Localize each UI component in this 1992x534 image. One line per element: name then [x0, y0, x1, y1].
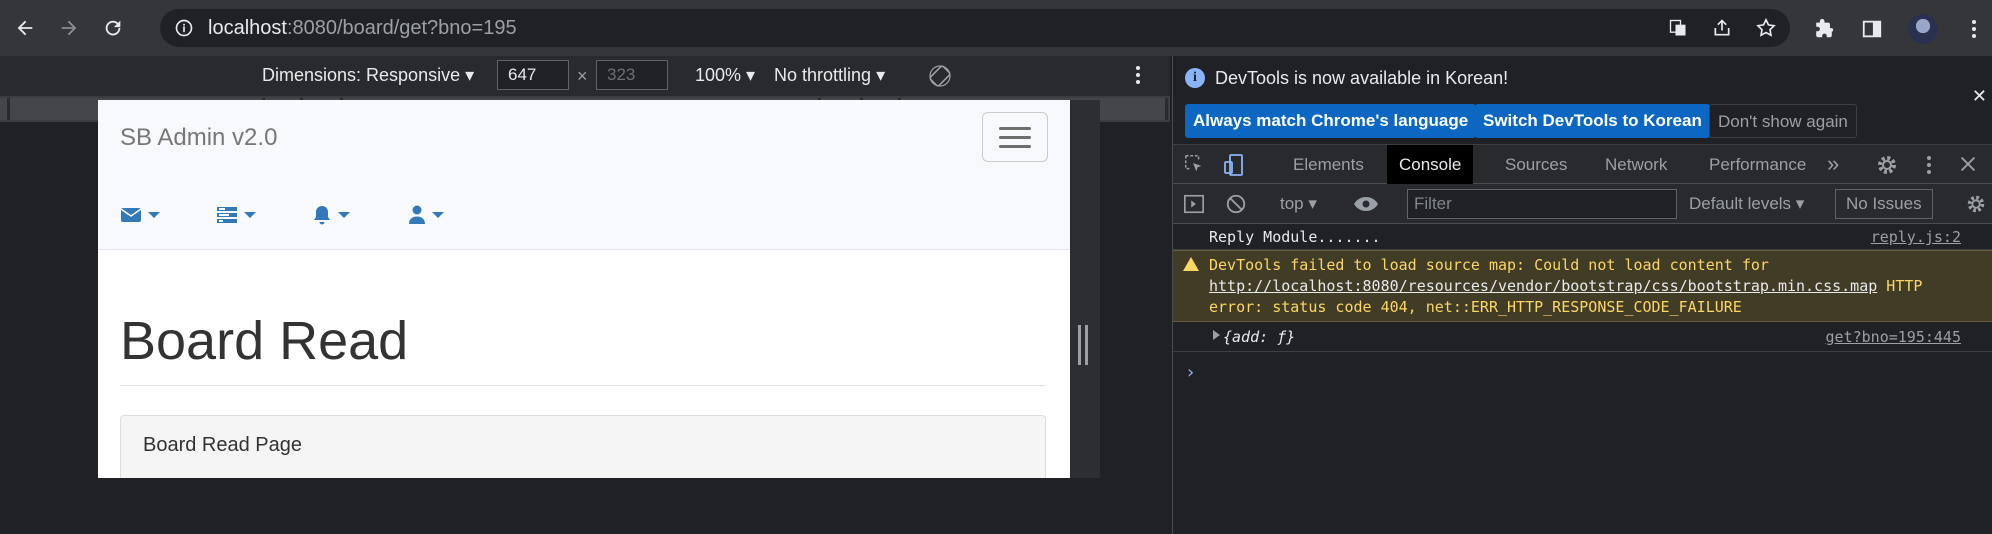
zoom-select[interactable]: 100% ▾: [695, 65, 755, 86]
tab-elements[interactable]: Elements: [1281, 145, 1376, 185]
page-title: Board Read: [120, 311, 409, 371]
translate-icon[interactable]: [1666, 16, 1690, 40]
back-button[interactable]: [6, 9, 44, 47]
brand-link[interactable]: SB Admin v2.0: [120, 124, 277, 152]
tab-network[interactable]: Network: [1593, 145, 1679, 185]
emulated-page: SB Admin v2.0 Board Read Board Read Page: [98, 100, 1070, 478]
rotate-icon[interactable]: [928, 64, 952, 88]
dimensions-select[interactable]: Dimensions: Responsive ▾: [262, 65, 474, 86]
url-text[interactable]: localhost:8080/board/get?bno=195: [208, 17, 517, 40]
navbar-toggle-button[interactable]: [982, 112, 1048, 162]
device-toolbar-icon[interactable]: [1223, 153, 1247, 177]
address-bar[interactable]: localhost:8080/board/get?bno=195: [160, 9, 1790, 47]
devtools-menu-icon[interactable]: [1917, 153, 1941, 177]
console-object-row: {add: ƒ} get?bno=195:445: [1173, 322, 1992, 352]
bell-icon: [314, 206, 330, 225]
close-icon[interactable]: ✕: [1972, 86, 1987, 107]
settings-gear-icon[interactable]: [1875, 153, 1899, 177]
profile-avatar[interactable]: [1908, 14, 1938, 44]
log-object[interactable]: {add: ƒ}: [1223, 328, 1295, 346]
expand-triangle-icon[interactable]: [1213, 330, 1220, 340]
device-toolbar: Dimensions: Responsive ▾ 647 × 323 100% …: [0, 56, 1170, 96]
viewport-resize-handle[interactable]: [1078, 325, 1088, 365]
log-message: Reply Module.......: [1209, 228, 1381, 246]
tasks-icon: [217, 207, 237, 223]
side-panel-icon[interactable]: [1860, 17, 1884, 41]
forward-button[interactable]: [50, 9, 88, 47]
navbar: SB Admin v2.0: [98, 100, 1070, 250]
clear-console-icon[interactable]: [1225, 193, 1247, 215]
alerts-dropdown[interactable]: [312, 200, 408, 230]
browser-toolbar: localhost:8080/board/get?bno=195: [0, 0, 1992, 56]
issues-button[interactable]: No Issues: [1835, 189, 1933, 219]
always-match-language-button[interactable]: Always match Chrome's language: [1185, 104, 1477, 138]
devtools-panel: i DevTools is now available in Korean! ✕…: [1172, 56, 1992, 534]
devtools-tabbar: Elements Console Sources Network Perform…: [1173, 144, 1992, 185]
context-select[interactable]: top ▾: [1280, 194, 1317, 214]
share-icon[interactable]: [1710, 16, 1734, 40]
throttling-select[interactable]: No throttling ▾: [774, 65, 885, 86]
log-source-link[interactable]: reply.js:2: [1871, 228, 1961, 246]
log-levels-select[interactable]: Default levels ▾: [1689, 194, 1804, 214]
user-dropdown[interactable]: [408, 200, 504, 230]
tab-console[interactable]: Console: [1387, 145, 1474, 185]
eye-icon[interactable]: [1353, 193, 1379, 215]
tasks-dropdown[interactable]: [216, 200, 312, 230]
console-toolbar: top ▾ Filter Default levels ▾ No Issues: [1173, 184, 1992, 224]
inspect-element-icon[interactable]: [1183, 153, 1207, 177]
sidebar-toggle-icon[interactable]: [1183, 193, 1205, 215]
extensions-icon[interactable]: [1812, 17, 1836, 41]
divider: [120, 385, 1046, 386]
warning-icon: [1183, 257, 1199, 271]
viewport-gutter: [1070, 100, 1100, 478]
board-read-panel: Board Read Page: [120, 415, 1046, 478]
warning-message: DevTools failed to load source map: Coul…: [1209, 256, 1923, 316]
tab-performance[interactable]: Performance: [1697, 145, 1818, 185]
console-warning-row: DevTools failed to load source map: Coul…: [1173, 250, 1992, 322]
console-prompt[interactable]: ›: [1185, 362, 1196, 383]
close-devtools-icon[interactable]: [1957, 153, 1981, 177]
messages-dropdown[interactable]: [120, 200, 216, 230]
reload-button[interactable]: [94, 9, 132, 47]
chrome-menu-icon[interactable]: [1962, 17, 1986, 41]
notice-text: DevTools is now available in Korean!: [1215, 68, 1509, 88]
tab-sources[interactable]: Sources: [1493, 145, 1579, 185]
console-log-row: Reply Module....... reply.js:2: [1173, 224, 1992, 250]
arrow-left-icon: [17, 20, 33, 36]
user-icon: [409, 205, 425, 224]
arrow-right-icon: [61, 20, 77, 36]
switch-to-korean-button[interactable]: Switch DevTools to Korean: [1475, 104, 1710, 138]
language-notice: i DevTools is now available in Korean! ✕…: [1173, 56, 1992, 144]
info-icon: i: [1185, 68, 1205, 88]
site-info-icon[interactable]: [172, 16, 196, 40]
width-input[interactable]: 647: [497, 60, 569, 90]
console-filter-input[interactable]: Filter: [1407, 189, 1677, 219]
device-more-icon[interactable]: [1135, 64, 1141, 91]
bookmark-star-icon[interactable]: [1754, 16, 1778, 40]
reload-icon: [105, 20, 121, 36]
dont-show-again-button[interactable]: Don't show again: [1709, 104, 1857, 138]
source-map-link[interactable]: http://localhost:8080/resources/vendor/b…: [1209, 277, 1877, 295]
log-source-link[interactable]: get?bno=195:445: [1826, 328, 1961, 346]
height-input[interactable]: 323: [596, 60, 668, 90]
panel-heading: Board Read Page: [143, 434, 303, 456]
more-tabs-icon[interactable]: »: [1827, 153, 1851, 177]
envelope-icon: [120, 208, 142, 222]
times-separator: ×: [577, 66, 588, 86]
console-settings-icon[interactable]: [1965, 193, 1987, 215]
